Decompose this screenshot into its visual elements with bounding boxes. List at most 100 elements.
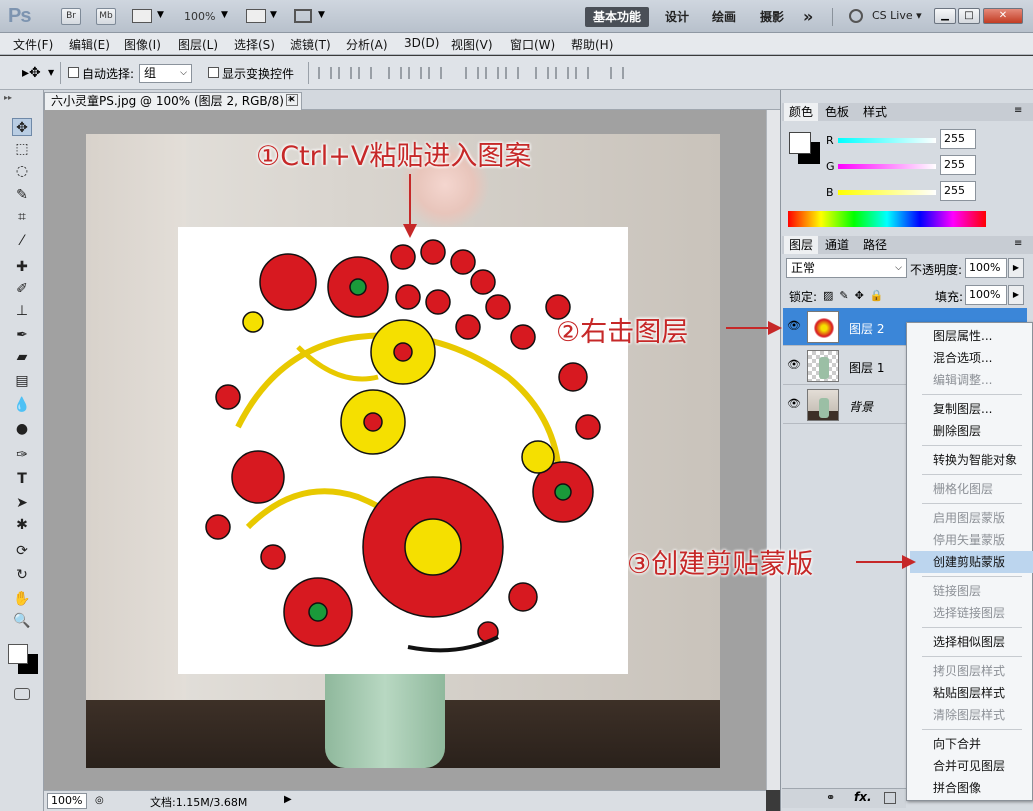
tab-color[interactable]: 颜色 <box>784 103 819 121</box>
menu-edit[interactable]: 编辑(E) <box>69 36 110 53</box>
lasso-tool-icon[interactable]: ◌ <box>12 162 32 180</box>
workspace-photography[interactable]: 摄影 <box>760 7 784 27</box>
tab-layers[interactable]: 图层 <box>784 236 819 254</box>
menu-item-merge-down[interactable]: 向下合并 <box>933 733 981 755</box>
fx-icon[interactable]: fx. <box>854 790 872 804</box>
color-spectrum[interactable] <box>788 211 986 227</box>
clone-stamp-tool-icon[interactable]: ⊥ <box>12 302 32 320</box>
align-hcenter-icon[interactable] <box>408 67 422 79</box>
distribute-left-icon[interactable] <box>535 67 549 79</box>
workspace-painting[interactable]: 绘画 <box>712 7 736 27</box>
status-menu-arrow-icon[interactable]: ▶ <box>284 794 292 805</box>
menu-item-rasterize-layer[interactable]: 栅格化图层 <box>933 478 993 500</box>
mask-icon[interactable] <box>884 792 896 804</box>
status-info-icon[interactable]: ◎ <box>95 795 104 806</box>
align-left-icon[interactable] <box>388 67 402 79</box>
fill-input[interactable]: 100% <box>965 285 1007 305</box>
chevron-down-icon[interactable]: ▼ <box>48 68 54 77</box>
zoom-field[interactable]: 100% <box>47 793 87 809</box>
distribute-bottom-icon[interactable] <box>505 67 519 79</box>
auto-select-checkbox[interactable] <box>68 67 79 78</box>
chevron-down-icon[interactable]: ▼ <box>221 10 228 20</box>
menu-item-convert-smart-object[interactable]: 转换为智能对象 <box>933 449 1017 471</box>
history-brush-tool-icon[interactable]: ✒ <box>12 326 32 344</box>
menu-item-edit-adjustment[interactable]: 编辑调整... <box>933 369 992 391</box>
gradient-tool-icon[interactable]: ▤ <box>12 372 32 390</box>
menu-item-duplicate-layer[interactable]: 复制图层... <box>933 398 992 420</box>
eraser-tool-icon[interactable]: ▰ <box>12 348 32 366</box>
menu-item-select-similar-layers[interactable]: 选择相似图层 <box>933 631 1005 653</box>
blend-mode-dropdown[interactable]: 正常 ⌵ <box>786 258 907 278</box>
zoom-tool-icon[interactable]: 🔍 <box>12 612 32 630</box>
quick-select-tool-icon[interactable]: ✎ <box>12 186 32 204</box>
menu-image[interactable]: 图像(I) <box>124 36 161 53</box>
lock-icons[interactable]: ▨✎✥🔒 <box>823 289 890 302</box>
align-right-icon[interactable] <box>428 67 442 79</box>
green-slider[interactable] <box>838 164 936 169</box>
show-transform-checkbox[interactable] <box>208 67 219 78</box>
brush-tool-icon[interactable]: ✐ <box>12 280 32 298</box>
align-bottom-icon[interactable] <box>358 67 372 79</box>
blur-tool-icon[interactable]: 💧 <box>12 396 32 414</box>
menu-analysis[interactable]: 分析(A) <box>346 36 388 53</box>
shape-tool-icon[interactable]: ✱ <box>12 516 32 534</box>
menu-item-enable-layer-mask[interactable]: 启用图层蒙版 <box>933 507 1005 529</box>
menu-help[interactable]: 帮助(H) <box>571 36 613 53</box>
menu-file[interactable]: 文件(F) <box>13 36 53 53</box>
eye-icon[interactable]: 👁 <box>787 320 801 332</box>
fill-arrow-icon[interactable]: ▶ <box>1008 285 1024 305</box>
panel-menu-icon[interactable]: ≡ <box>1014 105 1022 116</box>
vertical-scrollbar[interactable] <box>766 110 780 790</box>
blue-value-input[interactable]: 255 <box>940 181 976 201</box>
auto-select-dropdown[interactable]: 组 ⌵ <box>139 64 192 83</box>
menu-item-delete-layer[interactable]: 删除图层 <box>933 420 981 442</box>
move-tool-icon[interactable]: ▸✥ <box>22 65 41 81</box>
panel-menu-icon[interactable]: ≡ <box>1014 238 1022 249</box>
chevron-down-icon[interactable]: ▼ <box>270 10 277 20</box>
red-slider[interactable] <box>838 138 936 143</box>
menu-item-merge-visible[interactable]: 合并可见图层 <box>933 755 1005 777</box>
link-layers-icon[interactable]: ⚭ <box>826 791 835 804</box>
opacity-input[interactable]: 100% <box>965 258 1007 278</box>
menu-item-link-layers[interactable]: 链接图层 <box>933 580 981 602</box>
quick-mask-icon[interactable] <box>14 688 30 700</box>
close-icon[interactable]: ✕ <box>286 94 298 106</box>
menu-3d[interactable]: 3D(D) <box>404 36 439 50</box>
collapse-icon[interactable]: ▸▸ <box>4 93 12 102</box>
path-select-tool-icon[interactable]: ➤ <box>12 494 32 512</box>
distribute-right-icon[interactable] <box>575 67 589 79</box>
eye-icon[interactable]: 👁 <box>787 359 801 371</box>
move-tool-icon[interactable]: ✥ <box>12 118 32 136</box>
menu-filter[interactable]: 滤镜(T) <box>290 36 331 53</box>
workspace-design[interactable]: 设计 <box>665 7 689 27</box>
pasted-pattern-layer[interactable] <box>178 227 628 674</box>
auto-align-icon[interactable] <box>610 67 624 79</box>
document-tab[interactable]: 六小灵童PS.jpg @ 100% (图层 2, RGB/8) * ✕ <box>44 92 302 110</box>
cs-live-menu[interactable]: CS Live ▾ <box>872 9 922 22</box>
menu-item-disable-vector-mask[interactable]: 停用矢量蒙版 <box>933 529 1005 551</box>
eye-icon[interactable]: 👁 <box>787 398 801 410</box>
distribute-hcenter-icon[interactable] <box>555 67 569 79</box>
menu-item-blending-options[interactable]: 混合选项... <box>933 347 992 369</box>
3d-orbit-tool-icon[interactable]: ↻ <box>12 566 32 584</box>
bridge-button[interactable]: Br <box>61 8 81 25</box>
red-value-input[interactable]: 255 <box>940 129 976 149</box>
menu-item-copy-layer-style[interactable]: 拷贝图层样式 <box>933 660 1005 682</box>
3d-rotate-tool-icon[interactable]: ⟳ <box>12 542 32 560</box>
workspace-essentials[interactable]: 基本功能 <box>585 7 649 27</box>
menu-window[interactable]: 窗口(W) <box>510 36 555 53</box>
menu-select[interactable]: 选择(S) <box>234 36 275 53</box>
marquee-tool-icon[interactable]: ⬚ <box>12 140 32 158</box>
dodge-tool-icon[interactable]: ● <box>12 420 32 438</box>
tab-channels[interactable]: 通道 <box>820 236 854 254</box>
healing-brush-tool-icon[interactable]: ✚ <box>12 258 32 276</box>
align-top-icon[interactable] <box>318 67 332 79</box>
mini-bridge-button[interactable]: Mb <box>96 8 116 25</box>
menu-item-select-linked-layers[interactable]: 选择链接图层 <box>933 602 1005 624</box>
view-extras-icon[interactable] <box>132 9 152 23</box>
type-tool-icon[interactable]: T <box>12 470 32 488</box>
foreground-color-swatch[interactable] <box>8 644 28 664</box>
close-button[interactable]: ✕ <box>983 8 1023 24</box>
tab-swatches[interactable]: 色板 <box>820 103 854 121</box>
foreground-color-swatch[interactable] <box>789 132 811 154</box>
